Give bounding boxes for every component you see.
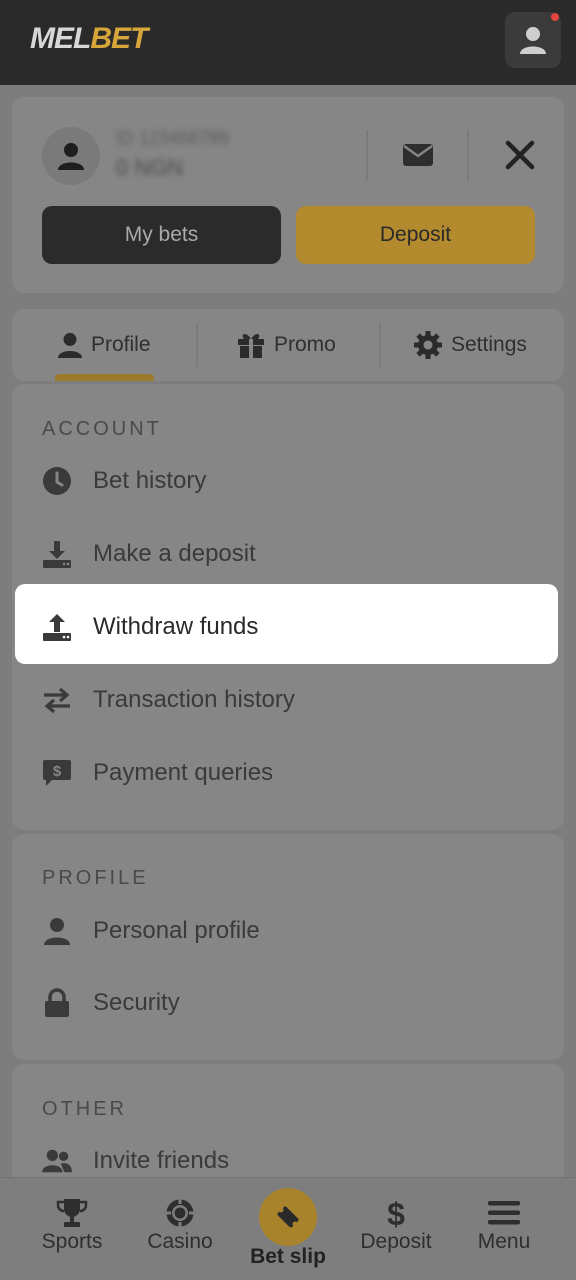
user-balance: 0 NGN: [116, 155, 184, 180]
section-title-account: ACCOUNT: [42, 418, 162, 440]
avatar: [42, 127, 100, 185]
dollar-chat-icon: $: [43, 760, 71, 786]
tab-profile[interactable]: Profile: [57, 327, 151, 363]
nav-casino[interactable]: Casino: [147, 1196, 213, 1254]
chip-icon: [166, 1199, 194, 1227]
divider: [196, 323, 198, 367]
svg-text:$: $: [53, 763, 62, 780]
user-icon: [44, 918, 70, 945]
user-icon: [58, 143, 84, 170]
dollar-icon: $: [387, 1197, 405, 1229]
top-bar: MELBET: [0, 0, 576, 85]
gear-icon: [414, 331, 442, 359]
hamburger-icon: [488, 1201, 520, 1225]
menu-item-transaction-history[interactable]: Transaction history: [42, 680, 295, 720]
menu-item-security[interactable]: Security: [42, 983, 180, 1023]
user-icon: [57, 332, 83, 358]
download-icon: [43, 541, 71, 568]
tab-promo[interactable]: Promo: [236, 327, 336, 363]
nav-bet-slip-label[interactable]: Bet slip: [246, 1245, 330, 1269]
nav-deposit[interactable]: $ Deposit: [357, 1196, 435, 1254]
menu-item-personal-profile[interactable]: Personal profile: [42, 911, 260, 951]
tab-settings[interactable]: Settings: [413, 327, 527, 363]
divider: [379, 323, 381, 367]
clock-icon: [43, 467, 71, 495]
menu-item-payment-queries[interactable]: $ Payment queries: [42, 753, 273, 793]
section-title-profile: PROFILE: [42, 867, 149, 889]
lock-icon: [45, 988, 69, 1017]
nav-menu[interactable]: Menu: [474, 1196, 534, 1254]
trophy-icon: [56, 1199, 88, 1227]
user-id: ID 123456789: [116, 128, 230, 148]
svg-text:$: $: [387, 1197, 405, 1229]
divider: [467, 130, 469, 180]
menu-item-bet-history[interactable]: Bet history: [42, 461, 206, 501]
notification-dot: [551, 13, 559, 21]
deposit-button[interactable]: Deposit: [296, 206, 535, 264]
menu-item-withdraw-funds[interactable]: Withdraw funds: [42, 607, 258, 647]
arrows-icon: [44, 687, 70, 713]
upload-icon: [43, 614, 71, 641]
gift-icon: [238, 334, 264, 358]
ticket-icon: [277, 1206, 299, 1228]
messages-button[interactable]: [398, 137, 438, 173]
user-icon: [520, 27, 546, 54]
close-icon: [505, 140, 535, 170]
users-icon: [42, 1149, 72, 1173]
menu-item-make-deposit[interactable]: Make a deposit: [42, 534, 256, 574]
active-tab-indicator: [55, 374, 154, 381]
nav-sports[interactable]: Sports: [40, 1196, 104, 1254]
divider: [366, 130, 368, 180]
melbet-logo[interactable]: MELBET: [30, 22, 148, 56]
close-button[interactable]: [500, 135, 540, 175]
mail-icon: [403, 144, 433, 166]
nav-bet-slip-button[interactable]: [259, 1188, 317, 1246]
section-title-other: OTHER: [42, 1098, 127, 1120]
my-bets-button[interactable]: My bets: [42, 206, 281, 264]
menu-item-invite-friends[interactable]: Invite friends: [42, 1141, 229, 1181]
